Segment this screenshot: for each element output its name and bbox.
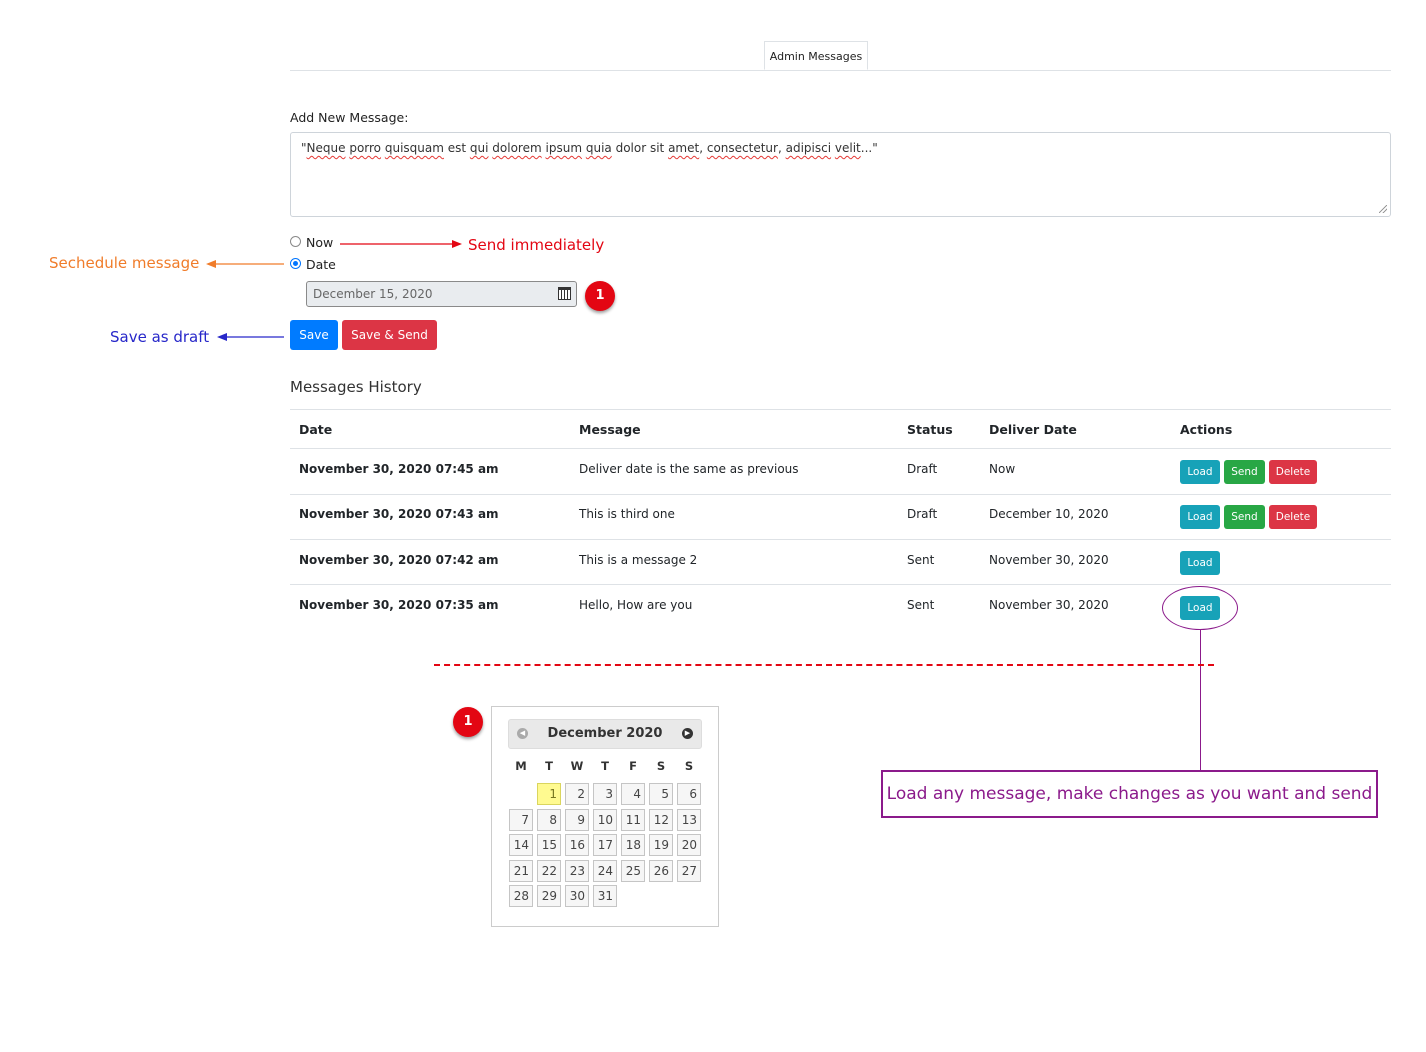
weekday-header: S — [656, 759, 666, 773]
calendar-day[interactable]: 13 — [677, 808, 701, 831]
annotation-badge-1: 1 — [453, 707, 483, 737]
calendar-day[interactable]: 20 — [677, 834, 701, 856]
calendar-day[interactable]: 14 — [509, 834, 533, 856]
annotation-load-note: Load any message, make changes as you wa… — [881, 770, 1378, 818]
calendar-day[interactable]: 22 — [537, 859, 561, 882]
calendar-day[interactable]: 18 — [621, 834, 645, 856]
annotation-schedule: Sechedule message — [49, 254, 200, 272]
weekday-header: S — [684, 759, 694, 773]
calendar-day[interactable]: 24 — [593, 859, 617, 882]
calendar-day[interactable]: 1 — [537, 783, 561, 805]
calendar-day[interactable]: 27 — [677, 859, 701, 882]
weekday-header: F — [629, 759, 637, 773]
calendar-day[interactable]: 7 — [509, 808, 533, 831]
calendar-day[interactable]: 25 — [621, 859, 645, 882]
calendar-day[interactable]: 21 — [509, 859, 533, 882]
annotation-connector — [1200, 630, 1201, 770]
calendar-day[interactable]: 10 — [593, 808, 617, 831]
weekday-header: M — [515, 759, 527, 773]
calendar-day[interactable]: 2 — [565, 783, 589, 805]
calendar-day[interactable]: 16 — [565, 834, 589, 856]
calendar-day[interactable]: 6 — [677, 783, 701, 805]
calendar-day[interactable]: 5 — [649, 783, 673, 805]
weekday-header: T — [601, 759, 609, 773]
calendar-day[interactable]: 8 — [537, 808, 561, 831]
datepicker: December 2020 ◀ ▶ M T W T F S S 1 2 3 4 5 6 7 8 9 10 11 12… — [491, 706, 719, 927]
next-month-icon[interactable]: ▶ — [682, 728, 693, 739]
section-separator — [434, 664, 1214, 666]
calendar-day[interactable]: 29 — [537, 885, 561, 907]
arrow-send-immediately — [340, 240, 462, 248]
calendar-day[interactable]: 11 — [621, 808, 645, 831]
weekday-header: T — [545, 759, 553, 773]
calendar-day[interactable]: 26 — [649, 859, 673, 882]
calendar-day[interactable]: 15 — [537, 834, 561, 856]
arrow-save-draft — [217, 333, 284, 341]
annotation-save-draft: Save as draft — [110, 328, 210, 346]
annotation-send-immediately: Send immediately — [468, 236, 605, 254]
calendar-day[interactable]: 17 — [593, 834, 617, 856]
calendar-day[interactable]: 19 — [649, 834, 673, 856]
calendar-day[interactable]: 9 — [565, 808, 589, 831]
calendar-day[interactable]: 28 — [509, 885, 533, 907]
calendar-day[interactable]: 23 — [565, 859, 589, 882]
calendar-day[interactable]: 12 — [649, 808, 673, 831]
calendar-day[interactable]: 30 — [565, 885, 589, 907]
calendar-day[interactable]: 31 — [593, 885, 617, 907]
datepicker-header: December 2020 ◀ ▶ — [508, 719, 702, 749]
arrow-schedule — [206, 260, 284, 268]
highlight-ellipse — [1162, 586, 1238, 630]
prev-month-icon[interactable]: ◀ — [517, 728, 528, 739]
weekday-header: W — [570, 759, 584, 773]
calendar-day[interactable]: 4 — [621, 783, 645, 805]
calendar-day[interactable]: 3 — [593, 783, 617, 805]
datepicker-title: December 2020 — [547, 726, 663, 741]
